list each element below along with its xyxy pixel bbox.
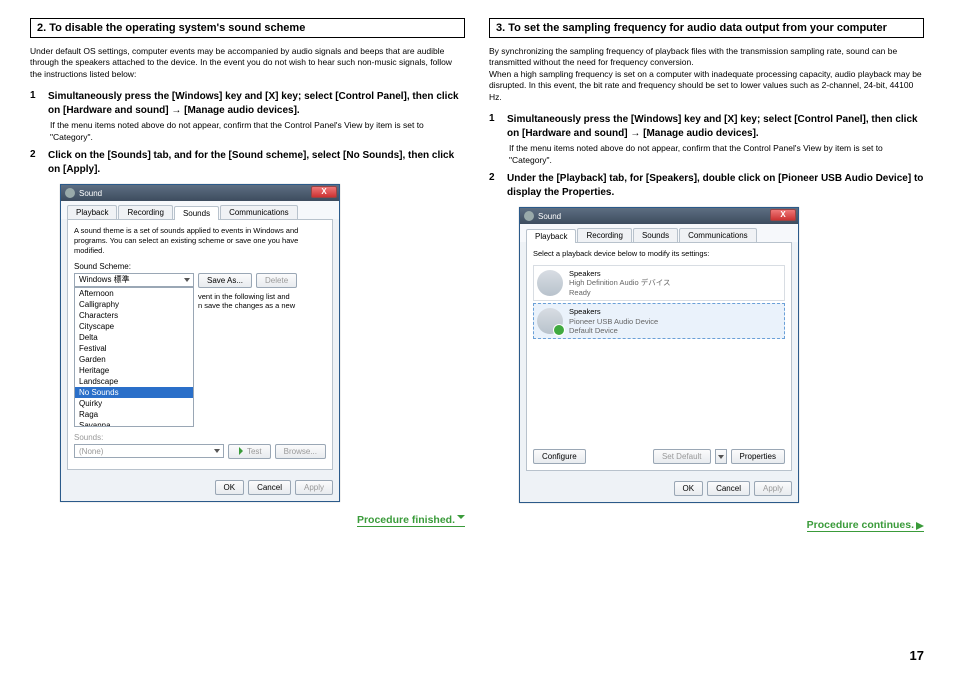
dialog-desc: A sound theme is a set of sounds applied… [74,226,326,255]
browse-button[interactable]: Browse... [275,444,326,459]
tabs: Playback Recording Sounds Communications [61,201,339,219]
close-button[interactable]: X [311,186,337,198]
tab-recording[interactable]: Recording [577,228,631,242]
list-item[interactable]: Garden [75,354,193,365]
set-default-button[interactable]: Set Default [653,449,711,464]
step-2: 2 Under the [Playback] tab, for [Speaker… [489,172,924,199]
step-number: 2 [489,172,499,199]
titlebar: Sound X [61,185,339,201]
list-item-selected[interactable]: No Sounds [75,387,193,398]
dialog-desc: Select a playback device below to modify… [533,249,785,259]
scheme-listbox[interactable]: Afternoon Calligraphy Characters Citysca… [74,287,194,427]
list-item[interactable]: Raga [75,409,193,420]
delete-button[interactable]: Delete [256,273,297,288]
arrow-icon [916,522,924,530]
device-name: Speakers [569,269,671,278]
save-as-button[interactable]: Save As... [198,273,252,288]
apply-button[interactable]: Apply [754,481,792,496]
list-item[interactable]: Delta [75,332,193,343]
list-item[interactable]: Characters [75,310,193,321]
list-item[interactable]: Savanna [75,420,193,427]
window-title: Sound [538,212,561,221]
list-item[interactable]: Afternoon [75,288,193,299]
cancel-button[interactable]: Cancel [248,480,291,495]
list-item[interactable]: Festival [75,343,193,354]
device-name: Speakers [569,307,658,316]
tabs: Playback Recording Sounds Communications [520,224,798,242]
device-sub: High Definition Audio デバイス [569,278,671,287]
list-item[interactable]: Calligraphy [75,299,193,310]
device-sub: Pioneer USB Audio Device [569,317,658,326]
step-title: Simultaneously press the [Windows] key a… [507,113,924,140]
arrow-icon [457,515,465,523]
page-number: 17 [910,648,924,663]
step-note: If the menu items noted above do not app… [48,120,465,143]
tab-communications[interactable]: Communications [679,228,757,242]
step-2: 2 Click on the [Sounds] tab, and for the… [30,149,465,176]
device-row-selected[interactable]: Speakers Pioneer USB Audio Device Defaul… [533,303,785,339]
intro-text: By synchronizing the sampling frequency … [489,46,924,103]
sounds-dropdown[interactable]: (None) [74,444,224,458]
step-number: 1 [489,113,499,166]
gear-icon [524,211,534,221]
window-title: Sound [79,189,102,198]
speaker-icon [537,308,563,334]
ok-button[interactable]: OK [674,481,704,496]
step-number: 1 [30,90,40,143]
list-item[interactable]: Heritage [75,365,193,376]
tab-playback[interactable]: Playback [526,229,576,243]
step-number: 2 [30,149,40,176]
step-1: 1 Simultaneously press the [Windows] key… [489,113,924,166]
sound-dialog-sounds: Sound X Playback Recording Sounds Commun… [60,184,465,501]
set-default-dropdown[interactable] [715,449,727,464]
scheme-dropdown[interactable]: Windows 標準 [74,273,194,287]
ok-button[interactable]: OK [215,480,245,495]
properties-button[interactable]: Properties [731,449,785,464]
device-row[interactable]: Speakers High Definition Audio デバイス Read… [533,265,785,301]
play-icon [239,447,243,455]
procedure-finished: Procedure finished. [357,514,465,527]
step-note: If the menu items noted above do not app… [507,143,924,166]
procedure-continues: Procedure continues. [807,519,924,532]
tab-communications[interactable]: Communications [220,205,298,219]
titlebar: Sound X [520,208,798,224]
section-header-2: 2. To disable the operating system's sou… [30,18,465,38]
step-title: Click on the [Sounds] tab, and for the [… [48,149,465,176]
step-title: Simultaneously press the [Windows] key a… [48,90,465,117]
device-status: Default Device [569,326,658,335]
left-column: 2. To disable the operating system's sou… [30,18,465,532]
truncated-text: vent in the following list and n save th… [198,292,326,312]
section-header-3: 3. To set the sampling frequency for aud… [489,18,924,38]
intro-text: Under default OS settings, computer even… [30,46,465,80]
tab-recording[interactable]: Recording [118,205,172,219]
list-item[interactable]: Cityscape [75,321,193,332]
speaker-icon [537,270,563,296]
cancel-button[interactable]: Cancel [707,481,750,496]
sounds-label: Sounds: [74,433,326,442]
right-column: 3. To set the sampling frequency for aud… [489,18,924,532]
sound-dialog-playback: Sound X Playback Recording Sounds Commun… [519,207,924,503]
configure-button[interactable]: Configure [533,449,586,464]
close-button[interactable]: X [770,209,796,221]
apply-button[interactable]: Apply [295,480,333,495]
gear-icon [65,188,75,198]
list-item[interactable]: Landscape [75,376,193,387]
test-button[interactable]: Test [228,444,271,459]
tab-playback[interactable]: Playback [67,205,117,219]
tab-sounds[interactable]: Sounds [633,228,678,242]
list-item[interactable]: Quirky [75,398,193,409]
step-title: Under the [Playback] tab, for [Speakers]… [507,172,924,199]
scheme-label: Sound Scheme: [74,262,326,271]
tab-sounds[interactable]: Sounds [174,206,219,220]
step-1: 1 Simultaneously press the [Windows] key… [30,90,465,143]
device-status: Ready [569,288,671,297]
page: 2. To disable the operating system's sou… [30,18,924,532]
